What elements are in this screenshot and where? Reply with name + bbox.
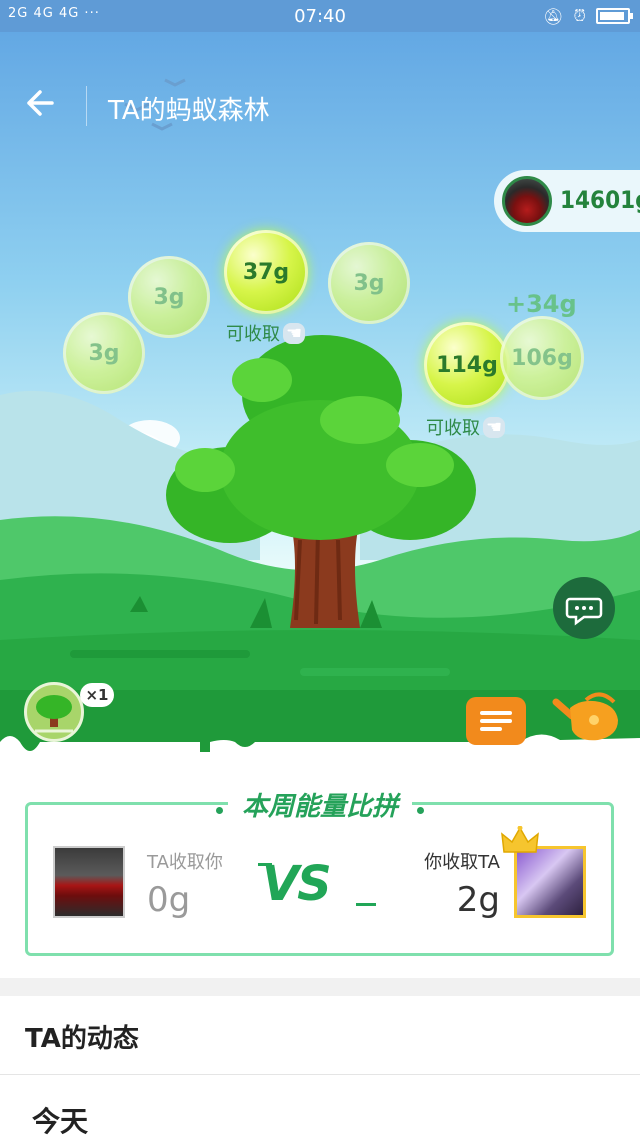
message-line [480,719,512,723]
tap-hand-icon: ☚ [483,416,506,438]
vs-mark: VS [262,856,332,912]
tree-icon [35,695,73,733]
page-title: TA的蚂蚁森林 [108,96,270,126]
weekly-energy-comparison: 本周能量比拼 TA收取你 0g VS 你收取TA 2g [0,752,640,978]
tap-hand-icon: ☚ [283,322,306,344]
energy-bubble[interactable]: 106g [500,316,584,400]
comparison-title: 本周能量比拼 [0,786,640,823]
my-energy-value: 14601g [560,186,640,214]
collect-hint-label: 可收取 [426,418,480,439]
energy-bubble[interactable]: 3g [328,242,410,324]
chat-button[interactable] [553,577,615,639]
back-button[interactable] [24,88,64,128]
watering-button[interactable] [552,690,626,746]
ta-took-label: TA收取你 [147,852,223,873]
energy-bubble-ready[interactable]: 114g [424,322,510,408]
energy-bubble-ready[interactable]: 37g [224,230,308,314]
you-took-label: 你收取TA [424,852,500,873]
status-bar: 2G 4G 4G ··· 07:40 🔕︎ ⏰︎ [0,0,640,32]
message-line [480,711,512,715]
forest-scene: TA的蚂蚁森林 14601g 3g 3g 37g 3g 114g 106g 可收… [0,32,640,752]
crown-icon [501,826,539,853]
collect-hint-label: 可收取 [226,324,280,345]
mute-bell-icon: 🔕︎ [543,6,564,26]
energy-gain-label: +34g [506,290,577,318]
planted-tree-badge[interactable] [24,682,84,742]
you-took-value: 2g [456,880,500,920]
energy-bubble[interactable]: 3g [63,312,145,394]
message-button[interactable] [466,697,526,745]
dynamics-title: TA的动态 [25,1024,139,1054]
watering-can-icon [552,692,618,741]
tree-count-badge: ×1 [80,683,114,707]
collect-hint: 可收取 ☚ [226,320,306,346]
section-divider [0,978,640,996]
header-divider [86,86,87,126]
collect-hint: 可收取 ☚ [426,414,506,440]
battery-icon [596,8,633,24]
my-avatar [502,176,552,226]
title-dot [215,807,223,814]
ta-took-value: 0g [147,880,191,920]
message-line [480,727,502,731]
my-energy-pill[interactable]: 14601g [494,170,640,232]
today-label: 今天 [32,1105,89,1138]
comparison-title-text: 本周能量比拼 [227,786,412,823]
vs-decoration [356,903,376,906]
energy-bubble[interactable]: 3g [128,256,210,338]
chat-bubble-icon [565,597,603,626]
title-dot [417,807,425,814]
list-divider [0,1074,640,1075]
arrow-left-icon [27,90,54,116]
friend-avatar[interactable] [53,846,125,918]
alarm-icon: ⏰︎ [573,6,586,25]
